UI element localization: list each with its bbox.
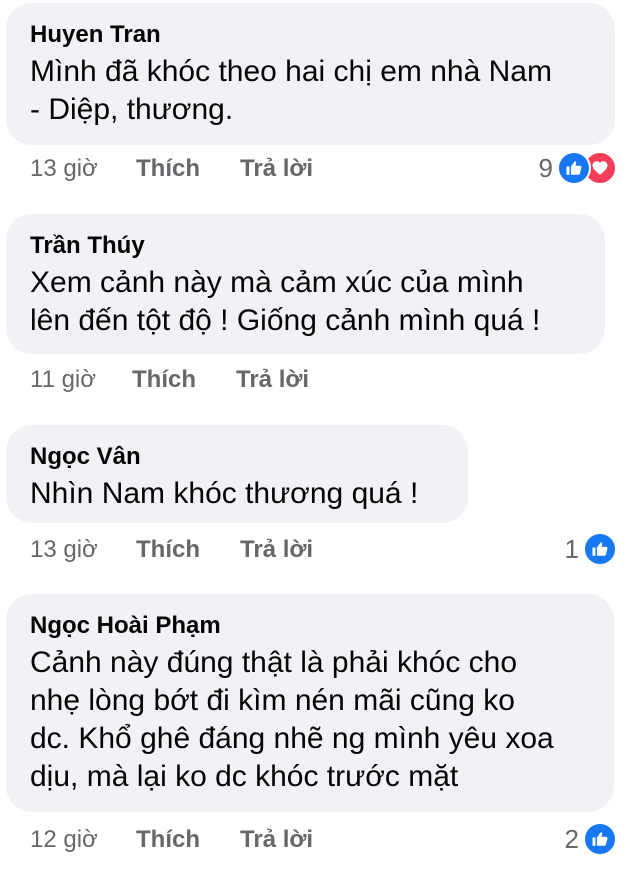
reply-button[interactable]: Trả lời: [240, 536, 313, 564]
like-button[interactable]: Thích: [136, 155, 200, 183]
like-icon: [557, 151, 591, 185]
comment-bubble: Ngọc Vân Nhìn Nam khóc thương quá !: [6, 425, 468, 523]
comment-line: lên đến tột độ ! Giống cảnh mình quá !: [30, 304, 541, 337]
comment-line: Nhìn Nam khóc thương quá !: [30, 477, 419, 510]
reaction-summary[interactable]: 2: [564, 822, 617, 856]
like-button[interactable]: Thích: [136, 826, 200, 854]
comment-line: Mình đã khóc theo hai chị em nhà Nam: [30, 55, 552, 88]
reaction-summary[interactable]: 1: [564, 532, 617, 566]
comment-author[interactable]: Ngọc Hoài Phạm: [30, 612, 221, 640]
comment-text: Mình đã khóc theo hai chị em nhà Nam - D…: [30, 53, 552, 129]
comment-line: Xem cảnh này mà cảm xúc của mình: [30, 266, 524, 299]
comment-bubble: Huyen Tran Mình đã khóc theo hai chị em …: [6, 3, 615, 145]
comment-time[interactable]: 13 giờ: [30, 536, 98, 564]
like-button[interactable]: Thích: [132, 366, 196, 394]
comment-line: dc. Khổ ghê đáng nhẽ ng mình yêu xoa: [30, 722, 554, 755]
comment-line: nhẹ lòng bớt đi kìm nén mãi cũng ko: [30, 684, 515, 717]
reaction-count: 2: [564, 823, 579, 854]
reaction-summary[interactable]: 9: [538, 151, 617, 185]
reply-button[interactable]: Trả lời: [236, 366, 309, 394]
like-button[interactable]: Thích: [136, 536, 200, 564]
comment-time[interactable]: 13 giờ: [30, 155, 98, 183]
comment-author[interactable]: Huyen Tran: [30, 21, 161, 49]
reply-button[interactable]: Trả lời: [240, 826, 313, 854]
reply-button[interactable]: Trả lời: [240, 155, 313, 183]
comment-bubble: Ngọc Hoài Phạm Cảnh này đúng thật là phả…: [6, 594, 614, 812]
comment-time[interactable]: 11 giờ: [30, 366, 96, 394]
comment-line: Cảnh này đúng thật là phải khóc cho: [30, 646, 518, 679]
comment-time[interactable]: 12 giờ: [30, 826, 98, 854]
comment-text: Cảnh này đúng thật là phải khóc cho nhẹ …: [30, 644, 554, 796]
like-icon: [583, 822, 617, 856]
comment-author[interactable]: Trần Thúy: [30, 232, 145, 260]
comment-text: Nhìn Nam khóc thương quá !: [30, 475, 418, 513]
comment-author[interactable]: Ngọc Vân: [30, 443, 141, 471]
comment-text: Xem cảnh này mà cảm xúc của mình lên đến…: [30, 264, 540, 340]
reaction-count: 1: [564, 533, 579, 564]
reaction-count: 9: [538, 152, 553, 183]
like-icon: [583, 532, 617, 566]
comment-line: dịu, mà lại ko dc khóc trước mặt: [30, 760, 459, 793]
comment-line: - Diệp, thương.: [30, 93, 234, 126]
comment-bubble: Trần Thúy Xem cảnh này mà cảm xúc của mì…: [6, 214, 605, 354]
